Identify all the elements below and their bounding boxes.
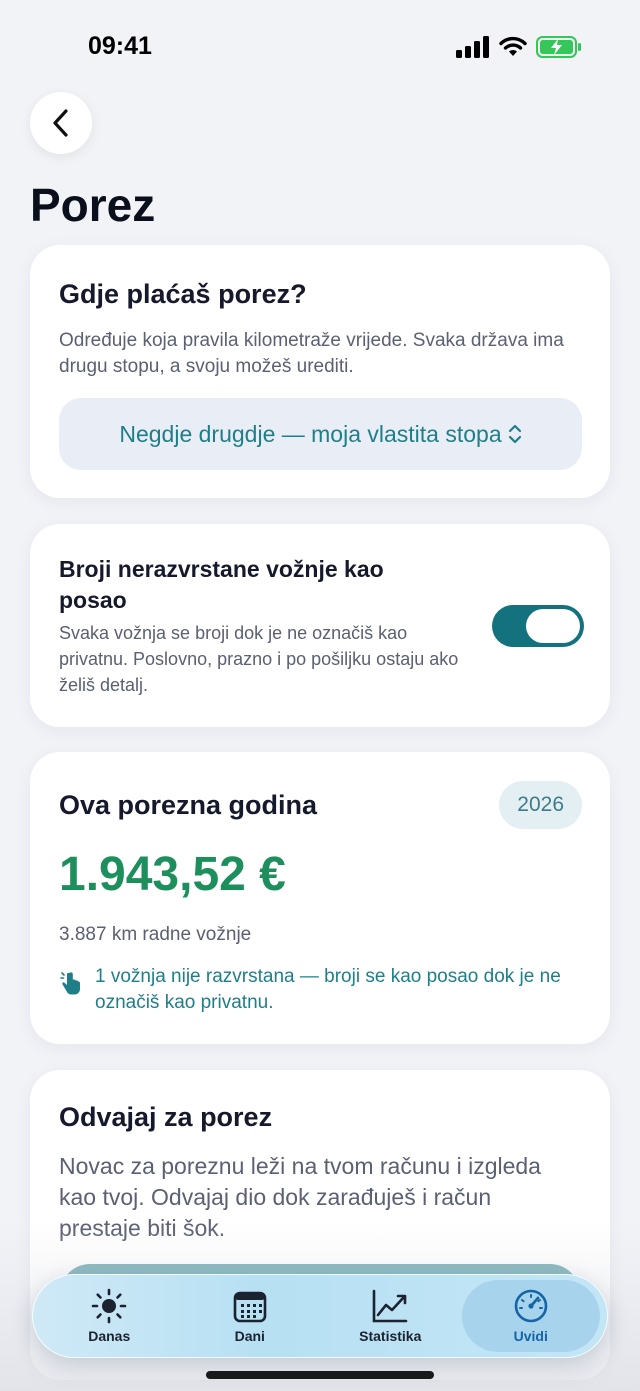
- tab-label: Dani: [234, 1328, 265, 1344]
- tab-uvidi[interactable]: Uvidi: [461, 1280, 600, 1352]
- set-aside-heading: Odvajaj za porez: [59, 1102, 273, 1132]
- unsorted-trips-heading: Broji nerazvrstane vožnje kao posao: [59, 556, 384, 613]
- tab-label: Statistika: [359, 1328, 422, 1344]
- unsorted-note[interactable]: 1 vožnja nije razvrstana — broji se kao …: [59, 964, 582, 1016]
- back-button[interactable]: [30, 92, 92, 154]
- chevron-up-down-icon: [508, 424, 521, 444]
- unsorted-trips-toggle[interactable]: [492, 605, 584, 647]
- tap-hand-icon: [60, 972, 80, 995]
- tax-amount: 1.943,52 €: [59, 848, 286, 901]
- page-title: Porez: [30, 179, 156, 231]
- work-km-text: 3.887 km radne vožnje: [59, 924, 252, 945]
- unsorted-trips-card: Broji nerazvrstane vožnje kao posao Svak…: [30, 524, 610, 727]
- tab-statistika[interactable]: Statistika: [321, 1280, 459, 1352]
- tab-label: Danas: [88, 1328, 131, 1344]
- tab-label: Uvidi: [513, 1328, 548, 1344]
- unsorted-trips-description: Svaka vožnja se broji dok je ne označiš …: [59, 623, 459, 695]
- battery-charging-icon: [536, 36, 581, 58]
- tax-location-description: Određuje koja pravila kilometraže vrijed…: [59, 330, 564, 377]
- tax-year-card: Ova porezna godina 2026 1.943,52 € 3.887…: [30, 752, 610, 1044]
- tax-location-heading: Gdje plaćaš porez?: [59, 279, 307, 309]
- tab-bar: Danas Dani Statistika Uvidi: [32, 1274, 608, 1358]
- signal-icon: [456, 36, 489, 58]
- chevron-left-icon: [53, 109, 68, 137]
- home-indicator: [206, 1371, 434, 1379]
- status-bar: 09:41: [0, 0, 640, 90]
- calendar-icon: [233, 1291, 267, 1323]
- tax-location-picker[interactable]: Negdje drugdje — moja vlastita stopa: [59, 398, 582, 470]
- chart-icon: [372, 1289, 408, 1323]
- status-time: 09:41: [88, 32, 152, 60]
- tax-year-badge[interactable]: 2026: [499, 781, 582, 829]
- tab-danas[interactable]: Danas: [40, 1280, 178, 1352]
- toggle-knob: [526, 609, 580, 643]
- gauge-icon: [514, 1289, 548, 1323]
- tab-dani[interactable]: Dani: [181, 1280, 319, 1352]
- sun-icon: [91, 1288, 127, 1324]
- unsorted-note-text: 1 vožnja nije razvrstana — broji se kao …: [95, 966, 561, 1013]
- status-icons: [456, 36, 582, 58]
- tax-location-selected: Negdje drugdje — moja vlastita stopa: [119, 420, 502, 447]
- wifi-icon: [499, 36, 527, 56]
- tax-location-card: Gdje plaćaš porez? Određuje koja pravila…: [30, 245, 610, 498]
